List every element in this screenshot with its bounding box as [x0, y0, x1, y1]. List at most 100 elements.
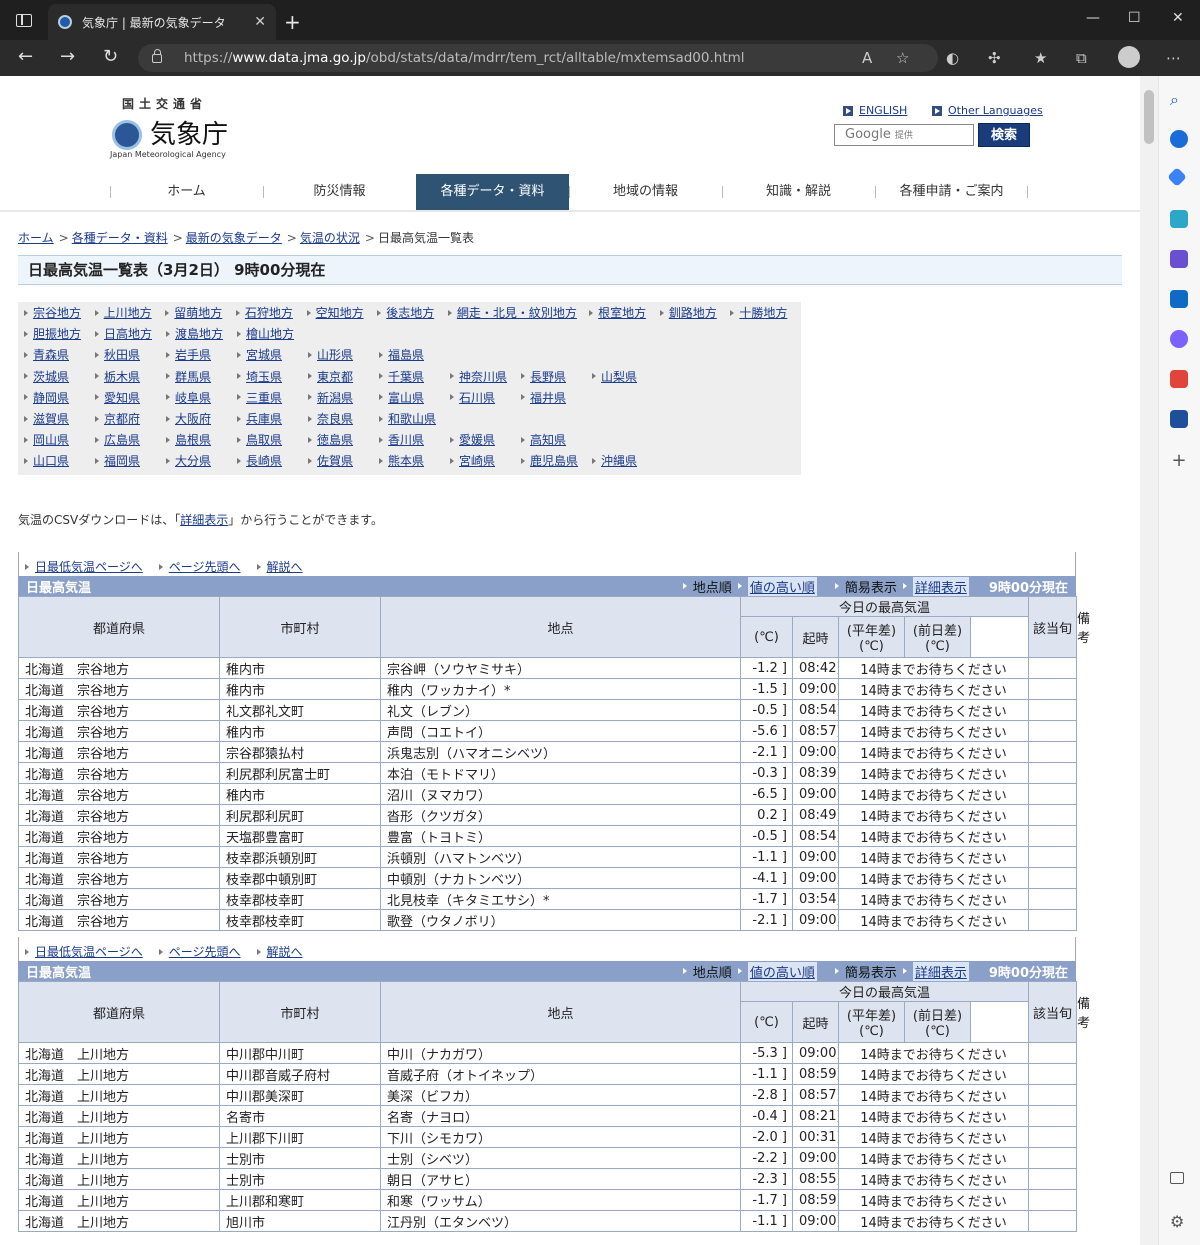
games-icon[interactable] — [1170, 250, 1188, 268]
region-link[interactable]: 島根県 — [166, 431, 237, 448]
nav-item[interactable]: 各種申請・ご案内 — [875, 174, 1028, 210]
region-link[interactable]: 福岡県 — [95, 452, 166, 469]
region-link-label[interactable]: 鹿児島県 — [530, 452, 578, 469]
region-link[interactable]: 根室地方 — [589, 304, 660, 321]
region-link[interactable]: 和歌山県 — [379, 410, 450, 427]
extensions-puzzle-icon[interactable]: ✣ — [988, 49, 1001, 67]
region-link-label[interactable]: 静岡県 — [33, 389, 69, 406]
region-link[interactable]: 福井県 — [521, 389, 592, 406]
region-link-label[interactable]: 滋賀県 — [33, 410, 69, 427]
region-link-label[interactable]: 檜山地方 — [246, 325, 294, 342]
region-link[interactable]: 佐賀県 — [308, 452, 379, 469]
region-link-label[interactable]: 山形県 — [317, 346, 353, 363]
region-link-label[interactable]: 宮城県 — [246, 346, 282, 363]
region-link[interactable]: 岐阜県 — [166, 389, 237, 406]
region-link-label[interactable]: 留萌地方 — [174, 304, 222, 321]
breadcrumb-link[interactable]: 気温の状況 — [300, 231, 360, 245]
table-nav-link[interactable]: 日最低気温ページへ — [25, 558, 143, 575]
region-link[interactable]: 十勝地方 — [730, 304, 801, 321]
region-link-label[interactable]: 京都府 — [104, 410, 140, 427]
english-link-label[interactable]: ENGLISH — [859, 104, 907, 117]
breadcrumb-link[interactable]: ホーム — [18, 231, 54, 245]
add-icon[interactable]: + — [1170, 452, 1188, 470]
shopping-tag-icon[interactable] — [1167, 167, 1187, 187]
region-link[interactable]: 山口県 — [24, 452, 95, 469]
region-link[interactable]: 石川県 — [450, 389, 521, 406]
region-link[interactable]: 愛知県 — [95, 389, 166, 406]
region-link-label[interactable]: 山口県 — [33, 452, 69, 469]
favorites-icon[interactable]: ★ — [1034, 49, 1047, 67]
region-link[interactable]: 岡山県 — [24, 431, 95, 448]
region-link-label[interactable]: 岡山県 — [33, 431, 69, 448]
region-link-label[interactable]: 兵庫県 — [246, 410, 282, 427]
region-link[interactable]: 群馬県 — [166, 368, 237, 385]
region-link[interactable]: 大阪府 — [166, 410, 237, 427]
region-link-label[interactable]: 神奈川県 — [459, 368, 507, 385]
region-link[interactable]: 神奈川県 — [450, 368, 521, 385]
region-link[interactable]: 千葉県 — [379, 368, 450, 385]
table-nav-link[interactable]: 解説へ — [256, 943, 303, 960]
minimize-icon[interactable]: — — [1086, 10, 1100, 26]
region-link-label[interactable]: 愛媛県 — [459, 431, 495, 448]
region-link-label[interactable]: 空知地方 — [316, 304, 364, 321]
region-link[interactable]: 上川地方 — [94, 304, 166, 321]
region-link-label[interactable]: 愛知県 — [104, 389, 140, 406]
region-link-label[interactable]: 根室地方 — [598, 304, 646, 321]
region-link-label[interactable]: 石狩地方 — [245, 304, 293, 321]
table-nav-link-label[interactable]: 解説へ — [267, 558, 303, 575]
region-link[interactable]: 京都府 — [95, 410, 166, 427]
other-languages-label[interactable]: Other Languages — [948, 104, 1043, 117]
page-scrollbar[interactable] — [1140, 76, 1158, 1245]
region-link[interactable]: 埼玉県 — [237, 368, 308, 385]
table-nav-link[interactable]: ページ先頭へ — [158, 943, 241, 960]
region-link-label[interactable]: 徳島県 — [317, 431, 353, 448]
nav-item[interactable]: 地域の情報 — [569, 174, 722, 210]
region-link[interactable]: 愛媛県 — [450, 431, 521, 448]
region-link[interactable]: 留萌地方 — [165, 304, 236, 321]
forward-icon[interactable]: → — [60, 46, 75, 67]
region-link[interactable]: 胆振地方 — [24, 325, 95, 342]
nav-item[interactable]: 知識・解説 — [722, 174, 875, 210]
region-link-label[interactable]: 網走・北見・紋別地方 — [457, 304, 577, 321]
outlook-icon[interactable] — [1170, 290, 1188, 308]
region-link-label[interactable]: 青森県 — [33, 346, 69, 363]
region-link[interactable]: 空知地方 — [306, 304, 378, 321]
region-link-label[interactable]: 釧路地方 — [669, 304, 717, 321]
region-link[interactable]: 茨城県 — [24, 368, 95, 385]
refresh-icon[interactable]: ↻ — [103, 46, 118, 67]
table-nav-link-label[interactable]: ページ先頭へ — [169, 943, 241, 960]
region-link[interactable]: 石狩地方 — [235, 304, 307, 321]
url-bar[interactable]: https://www.data.jma.go.jp/obd/stats/dat… — [138, 44, 938, 72]
split-screen-icon[interactable] — [1170, 1172, 1184, 1184]
region-link[interactable]: 山梨県 — [592, 368, 663, 385]
region-link-label[interactable]: 佐賀県 — [317, 452, 353, 469]
csv-detail-link[interactable]: 詳細表示 — [180, 513, 228, 527]
region-link-label[interactable]: 沖縄県 — [601, 452, 637, 469]
region-link[interactable]: 青森県 — [24, 346, 95, 363]
region-link[interactable]: 秋田県 — [95, 346, 166, 363]
region-link[interactable]: 後志地方 — [377, 304, 448, 321]
breadcrumb-link[interactable]: 最新の気象データ — [186, 231, 282, 245]
messenger-icon[interactable] — [1170, 330, 1188, 348]
region-link-label[interactable]: 大分県 — [175, 452, 211, 469]
region-link-label[interactable]: 香川県 — [388, 431, 424, 448]
jma-logo-icon[interactable] — [112, 120, 142, 150]
region-link-label[interactable]: 熊本県 — [388, 452, 424, 469]
region-link-label[interactable]: 上川地方 — [104, 304, 152, 321]
table-nav-link-label[interactable]: 解説へ — [267, 943, 303, 960]
region-link[interactable]: 日高地方 — [95, 325, 166, 342]
region-link[interactable]: 釧路地方 — [659, 304, 731, 321]
detail-view-link[interactable]: 詳細表示 — [912, 576, 969, 596]
search-button[interactable]: 検索 — [978, 123, 1030, 147]
detail-view-link[interactable]: 詳細表示 — [912, 961, 969, 981]
maximize-icon[interactable]: ☐ — [1128, 10, 1141, 26]
region-link[interactable]: 兵庫県 — [237, 410, 308, 427]
settings-gear-icon[interactable]: ⚙ — [1170, 1212, 1188, 1231]
region-link-label[interactable]: 群馬県 — [175, 368, 211, 385]
region-link[interactable]: 宮城県 — [237, 346, 308, 363]
region-link[interactable]: 沖縄県 — [592, 452, 663, 469]
table-nav-link[interactable]: 日最低気温ページへ — [25, 943, 143, 960]
english-link[interactable]: ENGLISH — [843, 104, 907, 117]
region-link-label[interactable]: 島根県 — [175, 431, 211, 448]
region-link-label[interactable]: 新潟県 — [317, 389, 353, 406]
